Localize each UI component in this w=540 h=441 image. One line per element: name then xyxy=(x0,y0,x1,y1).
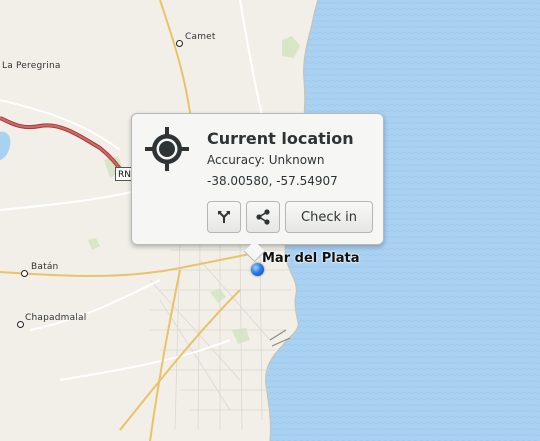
camet-dot xyxy=(176,40,183,47)
check-in-label: Check in xyxy=(301,209,357,225)
check-in-button[interactable]: Check in xyxy=(285,201,373,233)
batan-dot xyxy=(21,270,28,277)
route-icon xyxy=(218,211,230,223)
city-label: Mar del Plata xyxy=(262,251,360,266)
camet-label: Camet xyxy=(185,32,216,42)
accuracy-text: Accuracy: Unknown xyxy=(207,153,325,167)
coordinates-text: -38.00580, -57.54907 xyxy=(207,174,338,188)
popover-title: Current location xyxy=(207,129,354,148)
share-button[interactable] xyxy=(246,201,280,233)
batan-label: Batán xyxy=(31,262,59,272)
location-crosshair-icon xyxy=(145,127,189,171)
la-peregrina-label: La Peregrina xyxy=(2,61,61,71)
share-icon xyxy=(256,209,270,225)
current-location-marker[interactable] xyxy=(251,263,264,276)
chapadmalal-dot xyxy=(17,321,24,328)
route-button[interactable] xyxy=(207,201,241,233)
location-popover: Current location Accuracy: Unknown -38.0… xyxy=(131,113,384,263)
chapadmalal-label: Chapadmalal xyxy=(25,313,87,323)
